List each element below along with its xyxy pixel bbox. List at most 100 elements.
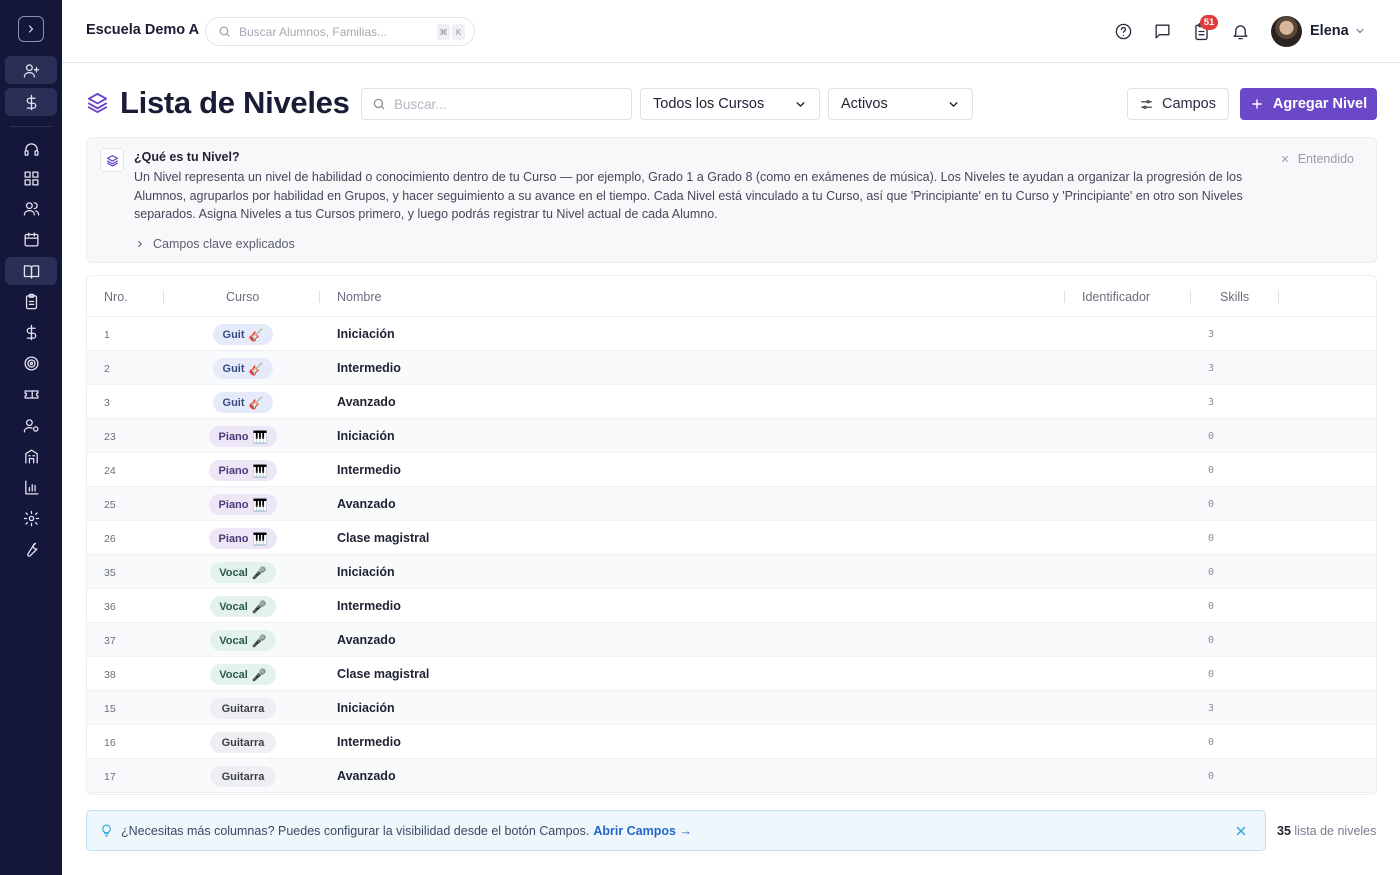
sidebar-item-dashboard[interactable] — [5, 164, 57, 192]
cell-nombre[interactable]: Avanzado — [337, 633, 396, 647]
chevron-down-icon[interactable] — [1354, 25, 1366, 37]
course-badge[interactable]: Guitarra — [210, 732, 276, 753]
table-row[interactable]: 15 Guitarra Iniciación 3 — [87, 691, 1376, 725]
course-badge[interactable]: Piano 🎹 — [209, 426, 277, 447]
open-fields-link[interactable]: Abrir Campos → — [593, 824, 692, 838]
column-divider[interactable] — [1064, 291, 1065, 303]
course-badge[interactable]: Vocal 🎤 — [210, 562, 276, 583]
avatar[interactable] — [1271, 16, 1302, 47]
close-icon[interactable] — [1234, 824, 1248, 838]
course-badge[interactable]: Guit 🎸 — [213, 324, 273, 345]
cell-nombre[interactable]: Avanzado — [337, 497, 396, 511]
level-search-input[interactable] — [394, 96, 614, 112]
lightbulb-icon — [102, 824, 111, 837]
sidebar-item-payments[interactable] — [5, 88, 57, 116]
sidebar-item-billing[interactable] — [5, 318, 57, 346]
course-badge[interactable]: Guitarra — [210, 698, 276, 719]
table-row[interactable]: 35 Vocal 🎤 Iniciación 0 — [87, 555, 1376, 589]
table-row[interactable]: 3 Guit 🎸 Avanzado 3 — [87, 385, 1376, 419]
cell-nombre[interactable]: Intermedio — [337, 735, 401, 749]
sidebar-item-settings[interactable] — [5, 504, 57, 532]
info-dismiss-label: Entendido — [1297, 152, 1354, 166]
info-dismiss-button[interactable]: Entendido — [1280, 152, 1354, 166]
cell-nombre[interactable]: Clase magistral — [337, 667, 429, 681]
course-badge[interactable]: Vocal 🎤 — [210, 664, 276, 685]
cell-nombre[interactable]: Iniciación — [337, 701, 395, 715]
global-search[interactable]: ⌘ K — [205, 17, 475, 46]
sidebar-item-goals[interactable] — [5, 349, 57, 377]
column-header-skills[interactable]: Skills — [1220, 290, 1249, 304]
column-header-identificador[interactable]: Identificador — [1082, 290, 1150, 304]
column-header-nombre[interactable]: Nombre — [337, 290, 381, 304]
columns-tip-text: ¿Necesitas más columnas? Puedes configur… — [121, 823, 590, 838]
course-badge-label: Piano — [218, 532, 249, 545]
table-row[interactable]: 38 Vocal 🎤 Clase magistral 0 — [87, 657, 1376, 691]
table-row[interactable]: 23 Piano 🎹 Iniciación 0 — [87, 419, 1376, 453]
cell-nombre[interactable]: Intermedio — [337, 463, 401, 477]
sidebar-item-tools[interactable] — [5, 535, 57, 563]
course-badge[interactable]: Piano 🎹 — [209, 528, 277, 549]
course-badge[interactable]: Vocal 🎤 — [210, 630, 276, 651]
table-row[interactable]: 1 Guit 🎸 Iniciación 3 — [87, 317, 1376, 351]
add-level-button[interactable]: Agregar Nivel — [1240, 88, 1377, 120]
table-row[interactable]: 16 Guitarra Intermedio 0 — [87, 725, 1376, 759]
course-badge[interactable]: Guit 🎸 — [213, 392, 273, 413]
messages-button[interactable] — [1151, 20, 1173, 42]
sidebar-item-support[interactable] — [5, 135, 57, 163]
info-card-icon — [100, 148, 124, 172]
clipboard-icon — [25, 293, 37, 309]
page-title: Lista de Niveles — [120, 85, 350, 120]
fields-button[interactable]: Campos — [1127, 88, 1229, 120]
sidebar-item-courses[interactable] — [5, 257, 57, 285]
course-badge[interactable]: Piano 🎹 — [209, 460, 277, 481]
school-name[interactable]: Escuela Demo A — [86, 22, 199, 38]
column-divider[interactable] — [163, 291, 164, 303]
table-row[interactable]: 26 Piano 🎹 Clase magistral 0 — [87, 521, 1376, 555]
course-emoji-icon: 🎤 — [251, 667, 267, 682]
level-search[interactable] — [361, 88, 632, 120]
cell-nombre[interactable]: Avanzado — [337, 769, 396, 783]
chevron-right-icon — [138, 240, 142, 248]
sidebar-item-reports[interactable] — [5, 473, 57, 501]
sidebar-item-teachers[interactable] — [5, 411, 57, 439]
column-header-nro[interactable]: Nro. — [104, 290, 128, 304]
sidebar-item-add-student[interactable] — [5, 56, 57, 84]
cell-nombre[interactable]: Iniciación — [337, 429, 395, 443]
table-row[interactable]: 2 Guit 🎸 Intermedio 3 — [87, 351, 1376, 385]
sidebar-expand-button[interactable] — [18, 16, 44, 42]
column-divider[interactable] — [319, 291, 320, 303]
column-divider[interactable] — [1278, 291, 1279, 303]
sidebar-item-locations[interactable] — [5, 442, 57, 470]
cell-nombre[interactable]: Intermedio — [337, 599, 401, 613]
cell-nombre[interactable]: Clase magistral — [337, 531, 429, 545]
table-row[interactable]: 25 Piano 🎹 Avanzado 0 — [87, 487, 1376, 521]
notifications-button[interactable] — [1229, 20, 1251, 42]
cell-nombre[interactable]: Iniciación — [337, 565, 395, 579]
sidebar-item-calendar[interactable] — [5, 225, 57, 253]
table-row[interactable]: 37 Vocal 🎤 Avanzado 0 — [87, 623, 1376, 657]
user-name[interactable]: Elena — [1310, 23, 1349, 39]
table-row[interactable]: 24 Piano 🎹 Intermedio 0 — [87, 453, 1376, 487]
status-filter-select[interactable]: Activos — [828, 88, 973, 120]
table-row[interactable]: 36 Vocal 🎤 Intermedio 0 — [87, 589, 1376, 623]
course-badge[interactable]: Piano 🎹 — [209, 494, 277, 515]
column-divider[interactable] — [1190, 291, 1191, 303]
cell-nombre[interactable]: Avanzado — [337, 395, 396, 409]
global-search-input[interactable] — [239, 24, 429, 39]
course-emoji-icon: 🎹 — [252, 497, 268, 512]
table-row[interactable]: 17 Guitarra Avanzado 0 — [87, 759, 1376, 793]
help-button[interactable] — [1112, 20, 1134, 42]
course-badge[interactable]: Vocal 🎤 — [210, 596, 276, 617]
info-card-title: ¿Qué es tu Nivel? — [134, 150, 240, 164]
cell-nombre[interactable]: Iniciación — [337, 327, 395, 341]
column-header-curso[interactable]: Curso — [226, 290, 259, 304]
cell-nombre[interactable]: Intermedio — [337, 361, 401, 375]
sidebar-item-attendance[interactable] — [5, 287, 57, 315]
cell-nro: 17 — [104, 771, 116, 783]
key-fields-toggle[interactable]: Campos clave explicados — [135, 237, 295, 251]
course-badge[interactable]: Guitarra — [210, 766, 276, 787]
course-filter-select[interactable]: Todos los Cursos — [640, 88, 820, 120]
sidebar-item-tickets[interactable] — [5, 380, 57, 408]
course-badge[interactable]: Guit 🎸 — [213, 358, 273, 379]
sidebar-item-students[interactable] — [5, 194, 57, 222]
